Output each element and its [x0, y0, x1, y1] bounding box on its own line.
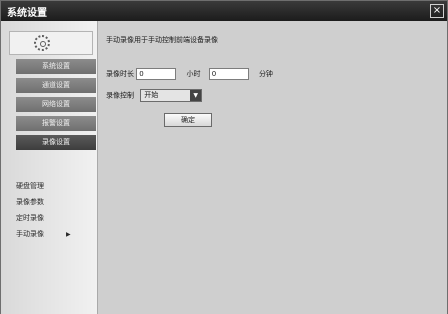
content-panel: 手动录像用于手动控制前端设备录像 录像时长 0 小时 0 分钟 录像控制 开始 …	[98, 21, 447, 314]
recording-submenu: 硬盘管理 录像参数 定时录像 手动录像 ▶	[16, 181, 96, 245]
page-description: 手动录像用于手动控制前端设备录像	[106, 36, 218, 44]
sidebar-item-channel[interactable]: 通道设置	[16, 78, 96, 93]
title-bar: 系统设置 ×	[1, 1, 447, 21]
submenu-manual-recording[interactable]: 手动录像 ▶	[16, 229, 96, 241]
gear-icon	[34, 35, 50, 51]
control-row: 录像控制 开始 ▼	[106, 89, 203, 102]
submenu-scheduled-recording[interactable]: 定时录像	[16, 213, 96, 225]
minutes-input[interactable]: 0	[208, 68, 249, 80]
submenu-disk-management[interactable]: 硬盘管理	[16, 181, 96, 193]
recording-control-select[interactable]: 开始 ▼	[140, 89, 203, 102]
submenu-recording-params[interactable]: 录像参数	[16, 197, 96, 209]
chevron-down-icon[interactable]: ▼	[190, 90, 202, 101]
duration-label: 录像时长	[106, 70, 134, 78]
settings-header	[9, 31, 93, 55]
window-title: 系统设置	[7, 8, 47, 19]
sidebar-item-alarm[interactable]: 报警设置	[16, 116, 96, 131]
close-icon[interactable]: ×	[430, 4, 444, 18]
sidebar-menu: 系统设置 通道设置 网络设置 报警设置 录像设置	[16, 59, 96, 154]
sidebar-item-network[interactable]: 网络设置	[16, 97, 96, 112]
control-label: 录像控制	[106, 91, 134, 100]
confirm-button[interactable]: 确定	[164, 113, 212, 127]
arrow-right-icon: ▶	[66, 231, 71, 238]
minutes-unit: 分钟	[258, 70, 273, 78]
sidebar: 系统设置 通道设置 网络设置 报警设置 录像设置 硬盘管理 录像参数 定时录像 …	[1, 21, 98, 314]
recording-control-value: 开始	[144, 91, 159, 99]
hours-unit: 小时	[186, 70, 201, 78]
settings-window: 系统设置 × 系统设置 通道设置 网络设置 报警设置 录像设置 硬盘管理 录像参…	[0, 0, 448, 314]
sidebar-item-recording[interactable]: 录像设置	[16, 135, 96, 150]
sidebar-item-system[interactable]: 系统设置	[16, 59, 96, 74]
duration-row: 录像时长 0 小时 0 分钟	[106, 68, 273, 80]
hours-input[interactable]: 0	[136, 68, 177, 80]
